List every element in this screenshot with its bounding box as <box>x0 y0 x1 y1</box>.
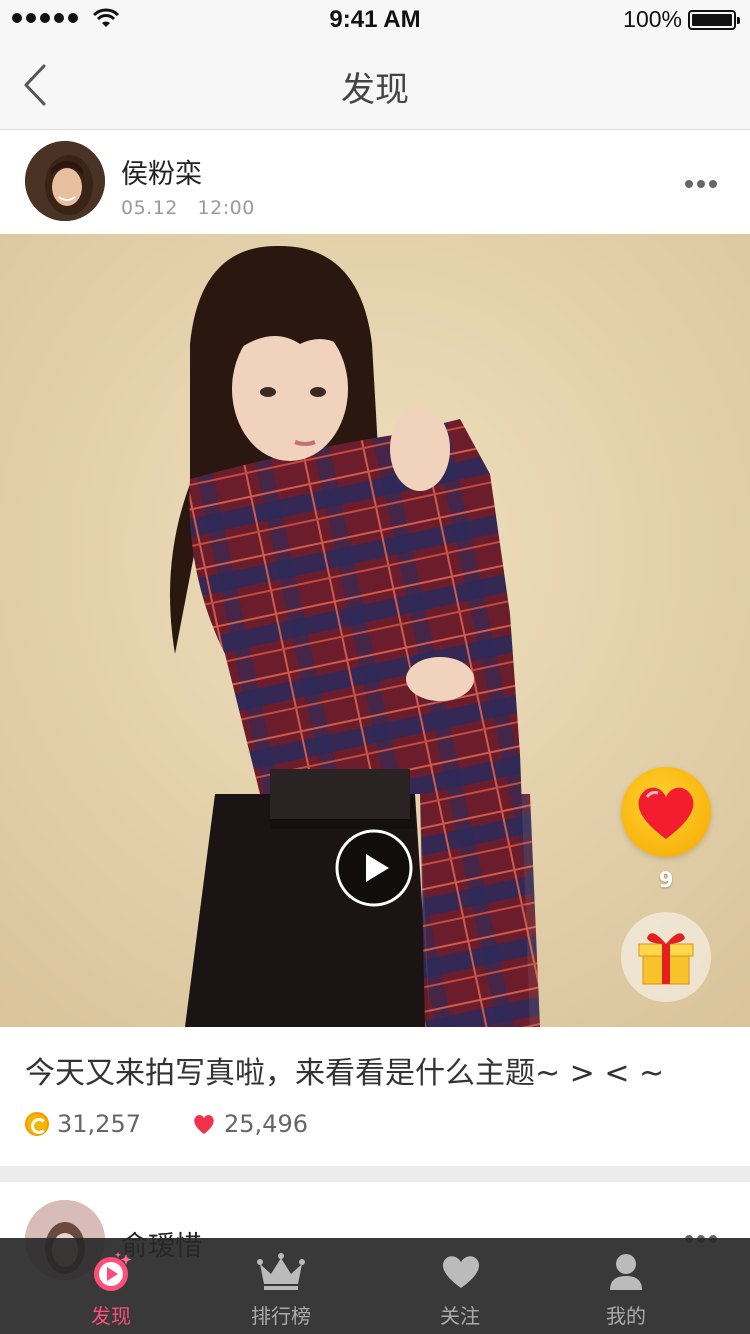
tab-label: 发现 <box>91 1304 131 1328</box>
avatar[interactable] <box>25 141 105 221</box>
play-icon[interactable] <box>334 828 414 908</box>
play-icon <box>94 1252 132 1291</box>
page-title: 发现 <box>341 70 409 110</box>
more-options-icon[interactable] <box>685 180 717 188</box>
status-bar: 9:41 AM 100% <box>0 0 750 40</box>
tab-bar: 发现 排行榜 关注 我的 <box>0 1238 750 1334</box>
post-date: 05.12 <box>121 197 178 219</box>
tab-profile[interactable]: 我的 <box>578 1238 750 1334</box>
post-caption: 今天又来拍写真啦，来看看是什么主题~ > < ~ <box>25 1056 665 1091</box>
post-stats: 31,257 25,496 <box>25 1110 725 1144</box>
post-video[interactable] <box>0 234 750 1027</box>
video-thumbnail <box>0 234 750 1027</box>
user-icon <box>610 1254 642 1290</box>
gift-icon <box>638 933 694 985</box>
battery-icon <box>688 10 740 30</box>
post-header: 侯粉栾 05.12 12:00 <box>0 130 750 234</box>
crown-icon <box>257 1253 305 1290</box>
tab-discover[interactable]: 发现 <box>0 1238 222 1334</box>
post-timestamp: 05.12 12:00 <box>121 197 255 219</box>
likes-count: 25,496 <box>224 1110 308 1138</box>
username[interactable]: 侯粉栾 <box>121 152 202 191</box>
tab-ranking[interactable]: 排行榜 <box>222 1238 344 1334</box>
post-time: 12:00 <box>197 197 255 219</box>
coin-stat: 31,257 <box>25 1110 141 1138</box>
like-stat: 25,496 <box>192 1110 308 1138</box>
like-count: 9 <box>658 868 674 892</box>
nav-bar: 发现 <box>0 40 750 130</box>
heart-icon <box>194 1115 214 1134</box>
feed-divider <box>0 1166 750 1182</box>
heart-icon <box>442 1256 480 1288</box>
coin-count: 31,257 <box>57 1110 141 1138</box>
like-button[interactable] <box>621 767 711 857</box>
tab-label: 关注 <box>440 1304 480 1328</box>
tab-label: 我的 <box>606 1304 646 1328</box>
gift-button[interactable] <box>621 912 711 1002</box>
tab-following[interactable]: 关注 <box>344 1238 578 1334</box>
coin-icon <box>25 1112 49 1136</box>
heart-icon <box>638 787 694 839</box>
battery-percent: 100% <box>623 6 682 32</box>
tab-label: 排行榜 <box>251 1304 311 1328</box>
